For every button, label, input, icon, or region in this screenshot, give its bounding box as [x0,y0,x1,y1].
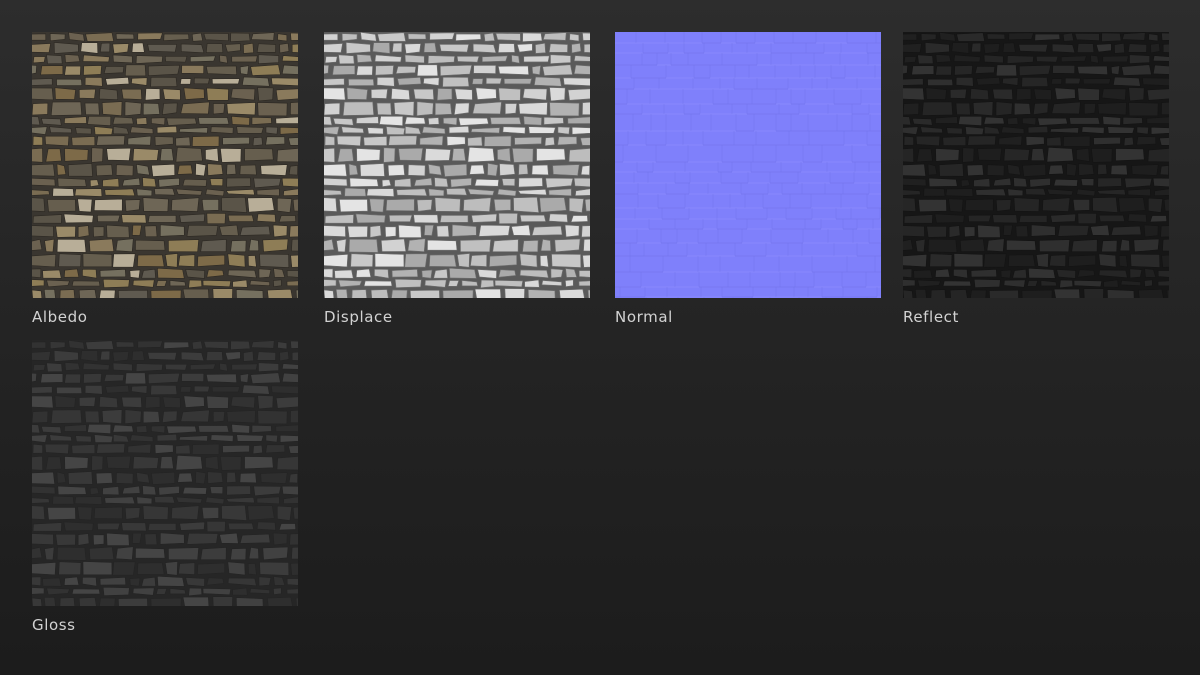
albedo-map-thumbnail[interactable] [32,32,298,298]
normal-map-label: Normal [615,308,673,326]
texture-tile-gloss[interactable]: Gloss [32,340,298,635]
reflect-map-thumbnail[interactable] [903,32,1169,298]
displace-map-label: Displace [324,308,393,326]
albedo-map-label: Albedo [32,308,88,326]
texture-tile-reflect[interactable]: Reflect [903,32,1169,327]
gloss-map-label: Gloss [32,616,76,634]
texture-tile-albedo[interactable]: Albedo [32,32,298,327]
gloss-map-thumbnail[interactable] [32,340,298,606]
texture-tile-displace[interactable]: Displace [324,32,590,327]
reflect-map-label: Reflect [903,308,959,326]
displace-map-thumbnail[interactable] [324,32,590,298]
normal-map-thumbnail[interactable] [615,32,881,298]
texture-tile-normal[interactable]: Normal [615,32,881,327]
